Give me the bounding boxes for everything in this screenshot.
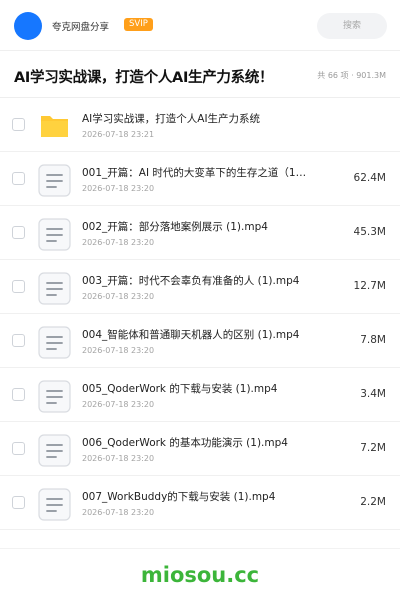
document-icon [38,380,71,413]
file-size: 62.4M [353,172,386,184]
search-button[interactable]: 搜索 [317,13,387,39]
file-date: 2026-07-18 23:20 [82,238,155,247]
svip-badge: SVIP [124,18,153,31]
document-icon [38,164,71,197]
file-list: AI学习实战课，打造个人AI生产力系统 2026-07-18 23:21 001_开… [0,98,400,530]
document-icon [38,488,71,521]
row-checkbox[interactable] [12,172,25,185]
row-checkbox[interactable] [12,388,25,401]
row-checkbox[interactable] [12,118,25,131]
file-row[interactable]: AI学习实战课，打造个人AI生产力系统 2026-07-18 23:21 [0,98,400,152]
file-size: 3.4M [360,388,386,400]
file-date: 2026-07-18 23:20 [82,454,155,463]
page-title: AI学习实战课，打造个人AI生产力系统！ [14,70,274,86]
row-checkbox[interactable] [12,334,25,347]
file-size: 7.8M [360,334,386,346]
folder-icon [38,110,71,143]
file-name[interactable]: 002_开篇：部分落地案例展示 (1).mp4 [82,219,308,234]
file-date: 2026-07-18 23:21 [82,130,155,139]
row-checkbox[interactable] [12,442,25,455]
file-name[interactable]: 001_开篇：AI 时代的大变革下的生存之道（1).mp4 [82,165,308,180]
row-checkbox[interactable] [12,226,25,239]
file-name[interactable]: 007_WorkBuddy的下载与安装 (1).mp4 [82,489,308,504]
row-checkbox[interactable] [12,280,25,293]
file-name[interactable]: 005_QoderWork 的下载与安装 (1).mp4 [82,381,308,396]
file-name[interactable]: 004_智能体和普通聊天机器人的区别 (1).mp4 [82,327,308,342]
top-bar: 夸克网盘分享 SVIP 搜索 [0,0,400,50]
share-header: AI学习实战课，打造个人AI生产力系统！ 共 66 项 · 901.3M [0,51,400,98]
file-row[interactable]: 006_QoderWork 的基本功能演示 (1).mp4 2026-07-18 … [0,422,400,476]
share-meta: 共 66 项 · 901.3M [317,71,386,80]
file-date: 2026-07-18 23:20 [82,346,155,355]
file-date: 2026-07-18 23:20 [82,184,155,193]
document-icon [38,434,71,467]
document-icon [38,218,71,251]
file-name[interactable]: AI学习实战课，打造个人AI生产力系统 [82,111,308,126]
file-name[interactable]: 006_QoderWork 的基本功能演示 (1).mp4 [82,435,308,450]
file-size: 7.2M [360,442,386,454]
file-row[interactable]: 005_QoderWork 的下载与安装 (1).mp4 2026-07-18 2… [0,368,400,422]
file-size: 12.7M [353,280,386,292]
watermark: miosou.cc [140,563,260,587]
document-icon [38,272,71,305]
file-size: 2.2M [360,496,386,508]
row-checkbox[interactable] [12,496,25,509]
footer: miosou.cc [0,548,400,600]
file-row[interactable]: 004_智能体和普通聊天机器人的区别 (1).mp4 2026-07-18 23:… [0,314,400,368]
file-name[interactable]: 003_开篇：时代不会辜负有准备的人 (1).mp4 [82,273,308,288]
file-row[interactable]: 002_开篇：部分落地案例展示 (1).mp4 2026-07-18 23:20 4… [0,206,400,260]
file-row[interactable]: 003_开篇：时代不会辜负有准备的人 (1).mp4 2026-07-18 23:… [0,260,400,314]
document-icon [38,326,71,359]
file-date: 2026-07-18 23:20 [82,292,155,301]
avatar[interactable] [14,12,42,40]
file-date: 2026-07-18 23:20 [82,400,155,409]
file-date: 2026-07-18 23:20 [82,508,155,517]
file-row[interactable]: 007_WorkBuddy的下载与安装 (1).mp4 2026-07-18 23… [0,476,400,530]
file-size: 45.3M [353,226,386,238]
brand-name: 夸克网盘分享 [52,22,110,33]
file-row[interactable]: 001_开篇：AI 时代的大变革下的生存之道（1).mp4 2026-07-18 … [0,152,400,206]
